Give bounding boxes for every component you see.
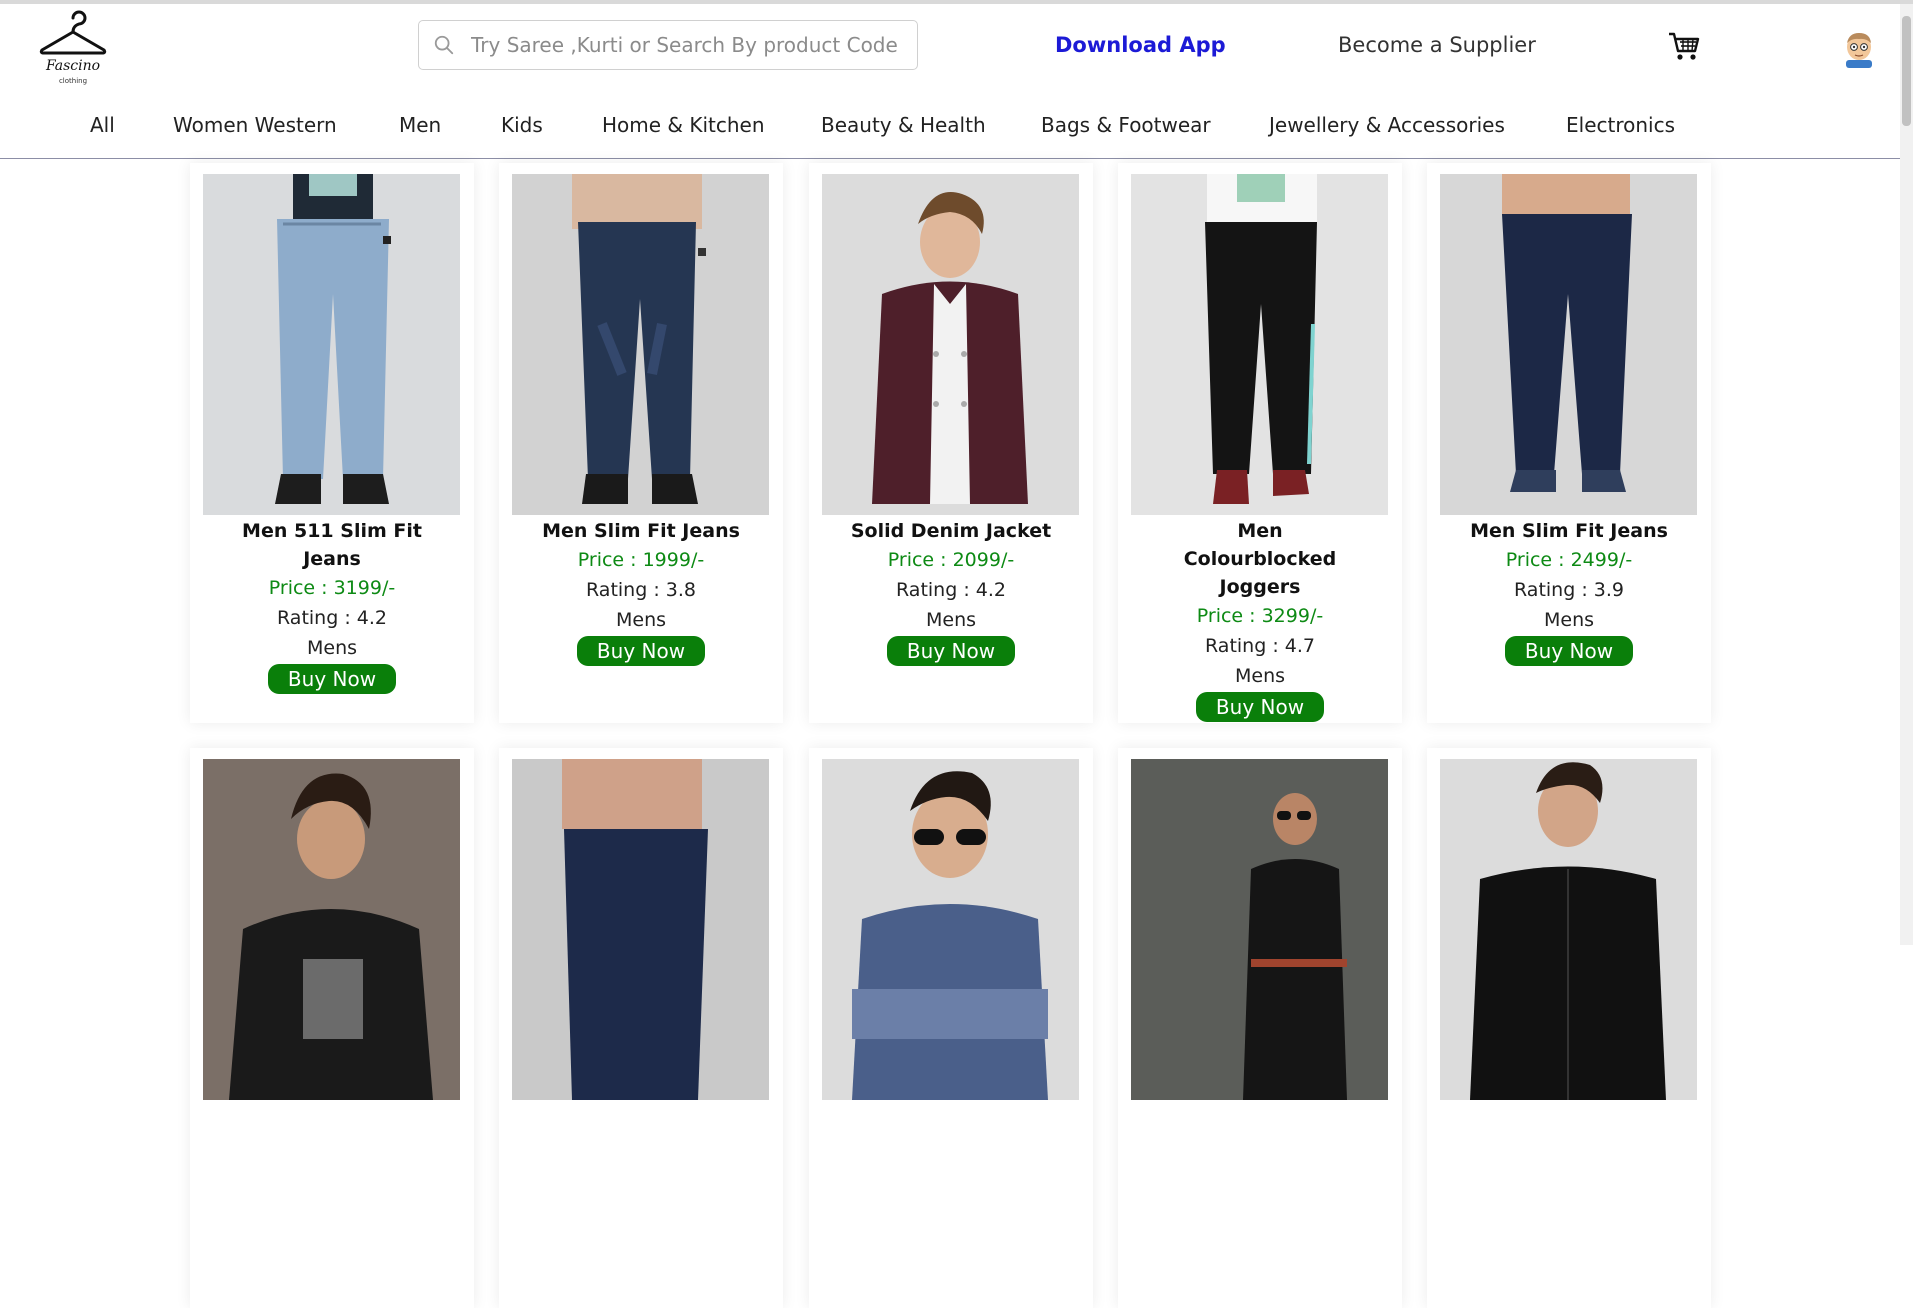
user-avatar[interactable]: [1842, 30, 1876, 68]
product-image[interactable]: [512, 174, 769, 515]
product-image[interactable]: [1131, 174, 1388, 515]
product-card[interactable]: [1427, 748, 1711, 1308]
page-scrollbar[interactable]: [1900, 4, 1913, 945]
nav-item-bags-footwear[interactable]: Bags & Footwear: [1041, 113, 1211, 137]
brand-name: Fascino: [45, 58, 101, 74]
product-category: Mens: [1234, 665, 1286, 687]
product-rating: Rating : 3.9: [1514, 579, 1624, 601]
product-image[interactable]: [822, 174, 1079, 515]
product-price: Price : 2099/-: [887, 549, 1015, 571]
nav-item-beauty-health[interactable]: Beauty & Health: [821, 113, 986, 137]
buy-now-button[interactable]: Buy Now: [576, 636, 706, 666]
product-card[interactable]: Solid Denim Jacket Price : 2099/- Rating…: [809, 163, 1093, 723]
nav-item-all[interactable]: All: [90, 113, 115, 137]
buy-now-button[interactable]: Buy Now: [267, 664, 397, 694]
product-info: Men Colourblocked Joggers Price : 3299/-…: [1118, 515, 1402, 722]
product-card[interactable]: Men Colourblocked Joggers Price : 3299/-…: [1118, 163, 1402, 723]
category-nav: All Women Western Men Kids Home & Kitche…: [0, 109, 1900, 149]
product-category: Mens: [306, 637, 358, 659]
product-title: Men Slim Fit Jeans: [542, 520, 740, 542]
brand-logo[interactable]: Fascino clothing: [38, 10, 108, 90]
product-card[interactable]: Men Slim Fit Jeans Price : 2499/- Rating…: [1427, 163, 1711, 723]
product-image[interactable]: [203, 759, 460, 1100]
product-card[interactable]: [190, 748, 474, 1308]
product-category: Mens: [925, 609, 977, 631]
product-image[interactable]: [1440, 759, 1697, 1100]
search-bar[interactable]: [418, 20, 918, 70]
product-info: Solid Denim Jacket Price : 2099/- Rating…: [809, 515, 1093, 666]
product-card[interactable]: [499, 748, 783, 1308]
product-image[interactable]: [1131, 759, 1388, 1100]
nav-item-jewellery-accessories[interactable]: Jewellery & Accessories: [1269, 113, 1505, 137]
nav-item-home-kitchen[interactable]: Home & Kitchen: [602, 113, 765, 137]
product-card[interactable]: Men Slim Fit Jeans Price : 1999/- Rating…: [499, 163, 783, 723]
nav-item-women-western[interactable]: Women Western: [173, 113, 337, 137]
product-category: Mens: [615, 609, 667, 631]
buy-now-button[interactable]: Buy Now: [886, 636, 1016, 666]
product-rating: Rating : 4.7: [1205, 635, 1315, 657]
product-image[interactable]: [822, 759, 1079, 1100]
product-rating: Rating : 4.2: [277, 607, 387, 629]
nav-item-kids[interactable]: Kids: [501, 113, 543, 137]
search-icon: [434, 35, 454, 55]
nav-item-electronics[interactable]: Electronics: [1566, 113, 1675, 137]
search-input[interactable]: [469, 32, 917, 58]
download-app-link[interactable]: Download App: [1055, 33, 1226, 57]
brand-tagline: clothing: [58, 77, 88, 85]
product-image[interactable]: [203, 174, 460, 515]
product-title: Men Slim Fit Jeans: [1470, 520, 1668, 542]
product-title: Solid Denim Jacket: [850, 520, 1052, 542]
product-info: Men Slim Fit Jeans Price : 2499/- Rating…: [1427, 515, 1711, 666]
become-supplier-link[interactable]: Become a Supplier: [1338, 33, 1536, 57]
product-price: Price : 3299/-: [1196, 605, 1324, 627]
buy-now-button[interactable]: Buy Now: [1195, 692, 1325, 722]
product-price: Price : 2499/-: [1505, 549, 1633, 571]
product-card[interactable]: Men 511 Slim Fit Jeans Price : 3199/- Ra…: [190, 163, 474, 723]
product-rating: Rating : 3.8: [586, 579, 696, 601]
product-price: Price : 1999/-: [577, 549, 705, 571]
product-rating: Rating : 4.2: [896, 579, 1006, 601]
product-title: Men 511 Slim Fit Jeans: [242, 520, 422, 570]
product-card[interactable]: [1118, 748, 1402, 1308]
product-image[interactable]: [512, 759, 769, 1100]
site-header: Fascino clothing Download App Become a S…: [0, 4, 1900, 159]
product-info: Men 511 Slim Fit Jeans Price : 3199/- Ra…: [190, 515, 474, 694]
product-price: Price : 3199/-: [268, 577, 396, 599]
hanger-icon: [39, 10, 107, 55]
product-card[interactable]: [809, 748, 1093, 1308]
nav-item-men[interactable]: Men: [399, 113, 441, 137]
cart-icon[interactable]: [1667, 29, 1701, 63]
scrollbar-thumb[interactable]: [1902, 16, 1911, 126]
product-image[interactable]: [1440, 174, 1697, 515]
product-category: Mens: [1543, 609, 1595, 631]
product-info: Men Slim Fit Jeans Price : 1999/- Rating…: [499, 515, 783, 666]
product-title: Men Colourblocked Joggers: [1183, 520, 1337, 598]
buy-now-button[interactable]: Buy Now: [1504, 636, 1634, 666]
